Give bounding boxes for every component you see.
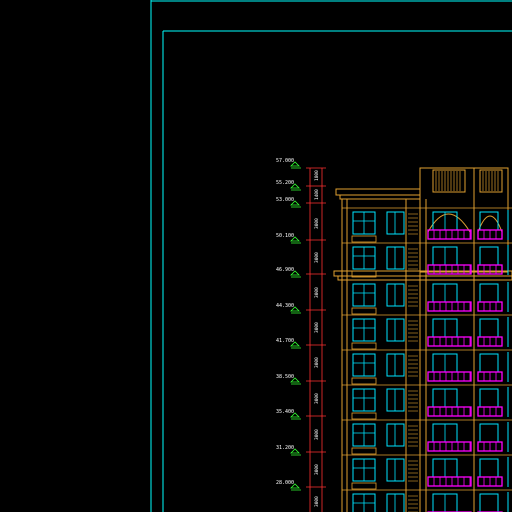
window <box>386 246 405 270</box>
level-label: 44.300 <box>276 303 294 309</box>
balcony-railing <box>427 406 472 417</box>
window <box>386 423 405 447</box>
level-marker: 50.100 <box>276 233 301 244</box>
level-marker: 28.000 <box>276 480 301 491</box>
level-label: 57.000 <box>276 158 294 164</box>
balcony-railing <box>427 229 472 240</box>
balcony-railing <box>427 441 472 452</box>
sill-panel <box>351 412 377 420</box>
cad-elevation-drawing: 57.000 55.200 53.000 50.100 46.900 44.30… <box>150 0 512 512</box>
floor-bay <box>342 314 512 350</box>
window <box>479 283 499 303</box>
dimension-label: 3000 <box>314 252 320 263</box>
level-marker: 44.300 <box>276 303 301 314</box>
dimension-label: 3000 <box>314 322 320 333</box>
level-label: 35.400 <box>276 409 294 415</box>
level-marker: 46.900 <box>276 267 301 278</box>
window <box>479 246 499 266</box>
window <box>386 318 405 342</box>
level-marker: 31.200 <box>276 445 301 456</box>
upper-cornice-band <box>339 194 421 200</box>
window <box>479 353 499 373</box>
window <box>386 388 405 412</box>
tower-arch <box>427 213 471 233</box>
dimension-label: 3000 <box>314 218 320 229</box>
sill-panel <box>351 447 377 455</box>
window <box>479 388 499 408</box>
level-marker: 38.500 <box>276 374 301 385</box>
level-marker: 41.700 <box>276 338 301 349</box>
floor-bays <box>342 207 512 512</box>
building-elevation <box>333 167 512 512</box>
balcony-railing <box>427 301 472 312</box>
dimension-label: 3000 <box>314 357 320 368</box>
floor-bay <box>342 384 512 420</box>
level-label: 41.700 <box>276 338 294 344</box>
dimension-label: 3000 <box>314 496 320 507</box>
sill-panel <box>351 342 377 350</box>
dimension-label: 1800 <box>314 170 320 181</box>
window <box>386 283 405 307</box>
level-marker: 55.200 <box>276 180 301 191</box>
window <box>479 318 499 338</box>
balcony-railing <box>427 476 472 487</box>
floor-bay <box>342 207 512 243</box>
dimension-labels: 1800 1400 3000 3000 3000 3000 3000 3000 … <box>314 170 320 507</box>
window <box>479 423 499 443</box>
floor-bay <box>342 279 512 315</box>
dimension-label: 3000 <box>314 464 320 475</box>
sill-panel <box>351 377 377 385</box>
level-label: 38.500 <box>276 374 294 380</box>
level-marker: 57.000 <box>276 158 301 169</box>
floor-bay <box>342 454 512 490</box>
floor-bay <box>342 489 512 512</box>
window <box>479 493 499 512</box>
sheet-border <box>150 0 512 512</box>
sill-panel <box>351 482 377 490</box>
level-marker: 53.000 <box>276 197 301 208</box>
floor-bay <box>342 349 512 385</box>
window <box>386 458 405 482</box>
window <box>386 211 405 235</box>
floor-bay <box>342 419 512 455</box>
louver-slats <box>435 171 499 191</box>
sill-panel <box>351 235 377 243</box>
level-label: 28.000 <box>276 480 294 486</box>
dimension-label: 3000 <box>314 429 320 440</box>
upper-cornice <box>335 188 421 196</box>
window <box>386 353 405 377</box>
window <box>386 493 405 512</box>
level-label: 55.200 <box>276 180 294 186</box>
window <box>479 211 499 231</box>
dimension-label: 3000 <box>314 287 320 298</box>
level-label: 50.100 <box>276 233 294 239</box>
dimension-label: 1400 <box>314 189 320 200</box>
level-label: 46.900 <box>276 267 294 273</box>
dimension-label: 3000 <box>314 393 320 404</box>
balcony-railing <box>427 371 472 382</box>
window <box>479 458 499 478</box>
level-label: 53.000 <box>276 197 294 203</box>
balcony-railing <box>427 264 472 275</box>
sill-panel <box>351 307 377 315</box>
level-markers: 57.000 55.200 53.000 50.100 46.900 44.30… <box>276 158 301 491</box>
balcony-railing <box>427 336 472 347</box>
level-marker: 35.400 <box>276 409 301 420</box>
level-label: 31.200 <box>276 445 294 451</box>
